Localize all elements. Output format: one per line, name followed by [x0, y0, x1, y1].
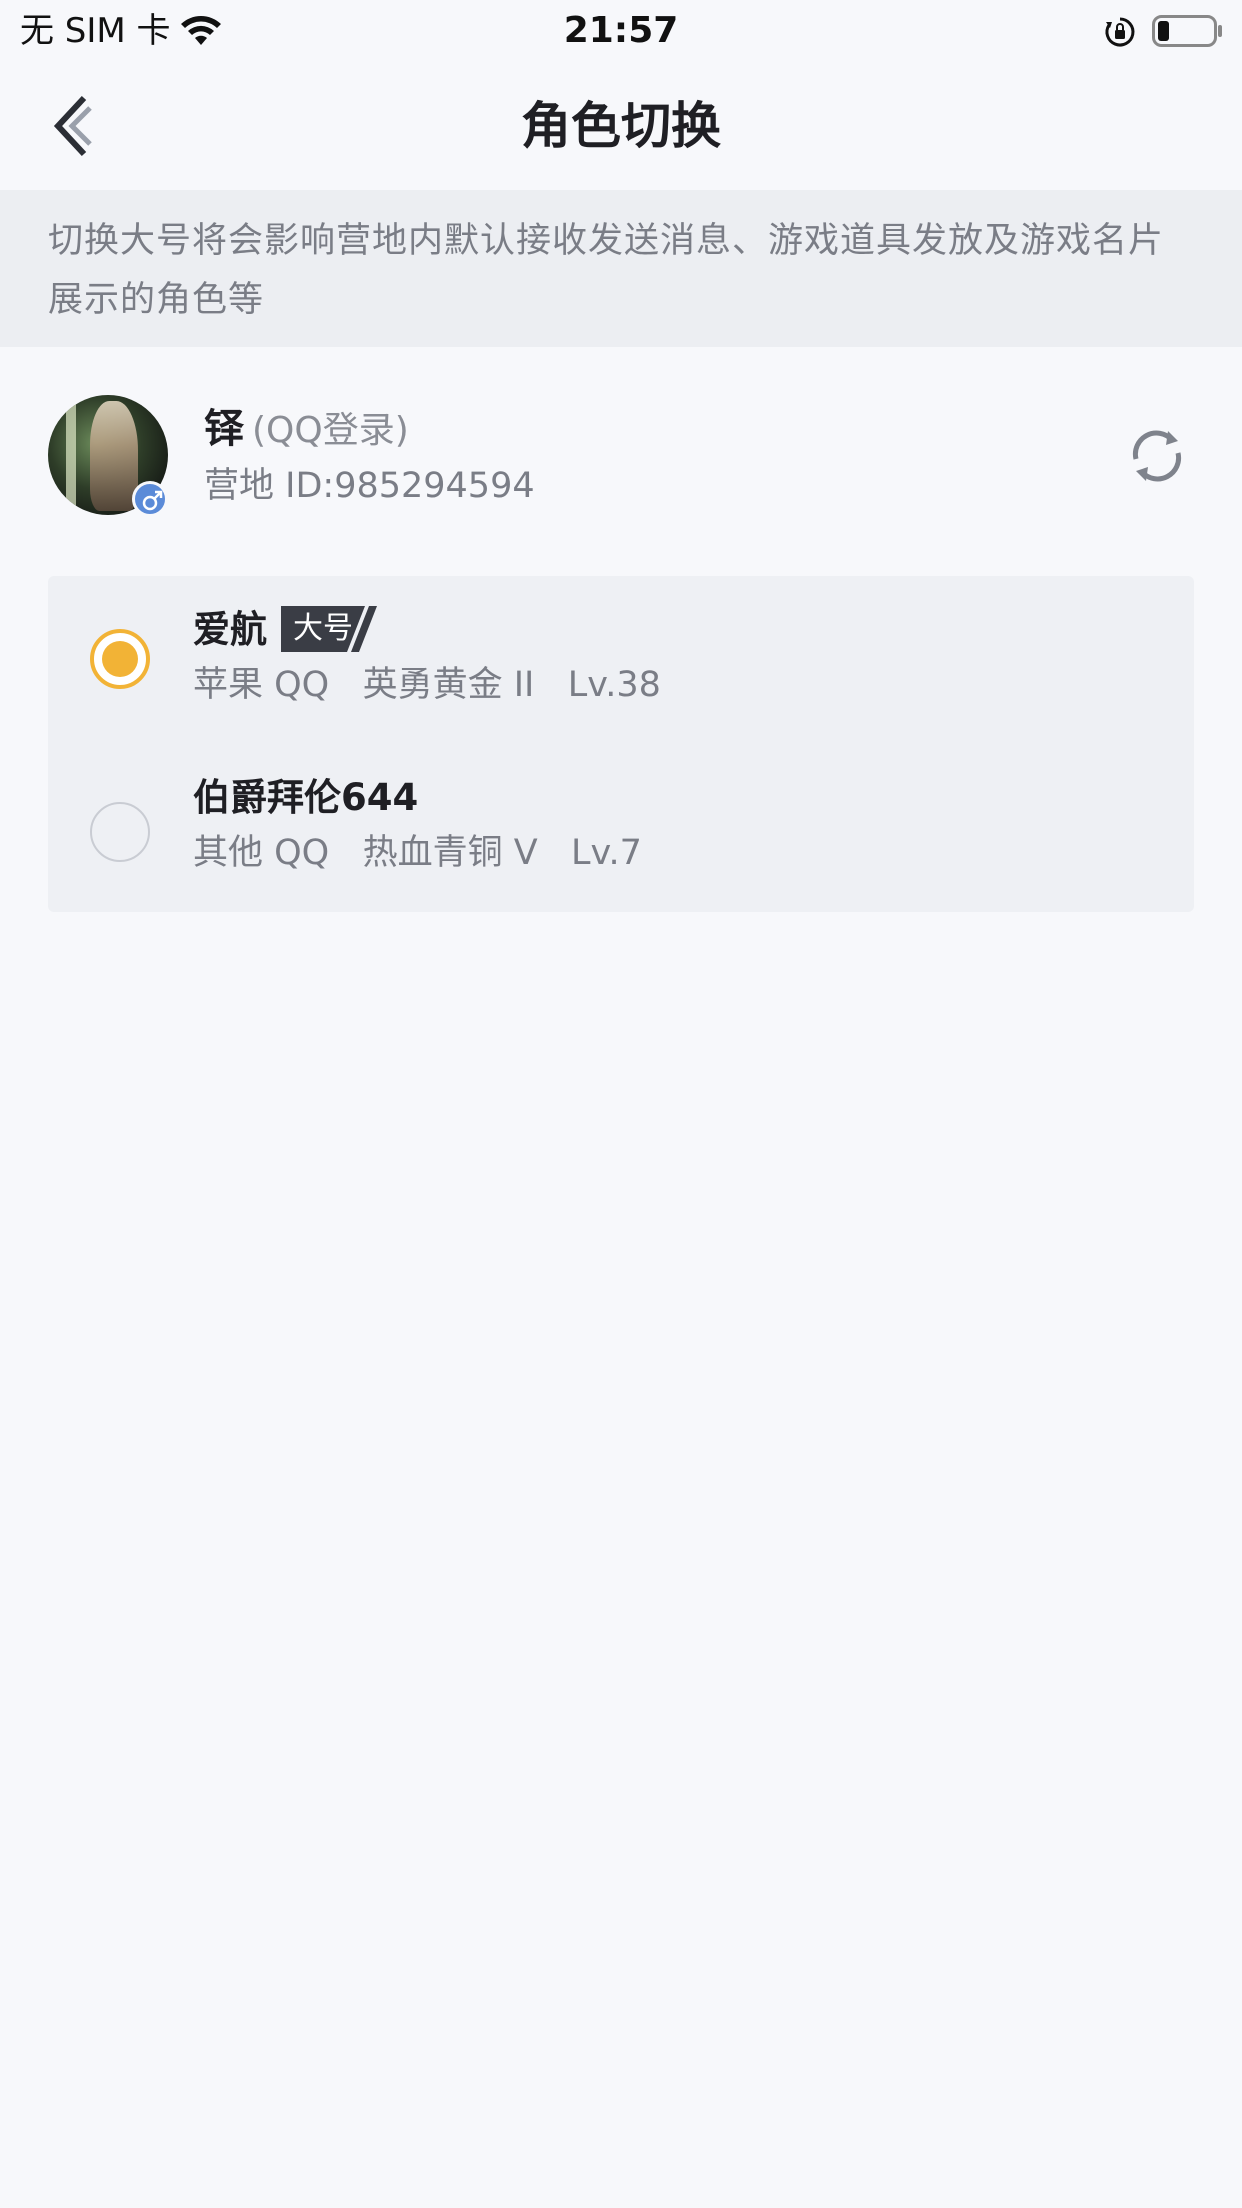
radio-unselected[interactable]: [90, 802, 150, 862]
nav-bar: 角色切换: [0, 62, 1242, 190]
avatar-image-detail: [66, 395, 76, 515]
role-name: 爱航 大号: [193, 606, 385, 654]
avatar-image-detail: [90, 401, 138, 511]
orientation-lock-icon: [1105, 17, 1135, 47]
account-header: 铎 (QQ登录) 营地 ID:985294594: [0, 347, 1242, 547]
role-detail: 其他 QQ 热血青铜 V Lv.7: [193, 833, 642, 873]
main-account-tag: 大号: [281, 606, 385, 652]
role-item[interactable]: 爱航 大号 苹果 QQ 英勇黄金 II Lv.38: [48, 576, 1194, 744]
notice-text-line-1: 切换大号将会影响营地内默认接收发送消息、游戏道具发放及游戏名片: [48, 221, 1165, 261]
role-detail: 苹果 QQ 英勇黄金 II Lv.38: [193, 665, 661, 705]
account-nickname: 铎: [204, 406, 244, 452]
status-bar: 无 SIM 卡 21:57: [0, 0, 1242, 62]
role-name: 伯爵拜伦644: [193, 776, 419, 819]
page-title: 角色切换: [521, 97, 721, 155]
male-icon: [132, 481, 168, 517]
role-list: 爱航 大号 苹果 QQ 英勇黄金 II Lv.38 伯爵拜伦644 其他 QQ …: [48, 576, 1194, 912]
radio-selected[interactable]: [90, 629, 150, 689]
main-account-tag-label: 大号: [293, 611, 353, 646]
radio-dot: [102, 641, 138, 677]
clock: 21:57: [563, 10, 679, 51]
battery-icon: [1152, 15, 1222, 47]
camp-id: 营地 ID:985294594: [204, 466, 535, 506]
role-name-text: 爱航: [193, 608, 267, 651]
account-name: 铎 (QQ登录): [204, 403, 409, 457]
refresh-icon[interactable]: [1124, 423, 1190, 489]
notice-banner: 切换大号将会影响营地内默认接收发送消息、游戏道具发放及游戏名片 展示的角色等: [0, 190, 1242, 347]
login-type: (QQ登录): [252, 410, 409, 451]
role-item[interactable]: 伯爵拜伦644 其他 QQ 热血青铜 V Lv.7: [48, 744, 1194, 912]
notice-text-line-2: 展示的角色等: [48, 280, 265, 320]
